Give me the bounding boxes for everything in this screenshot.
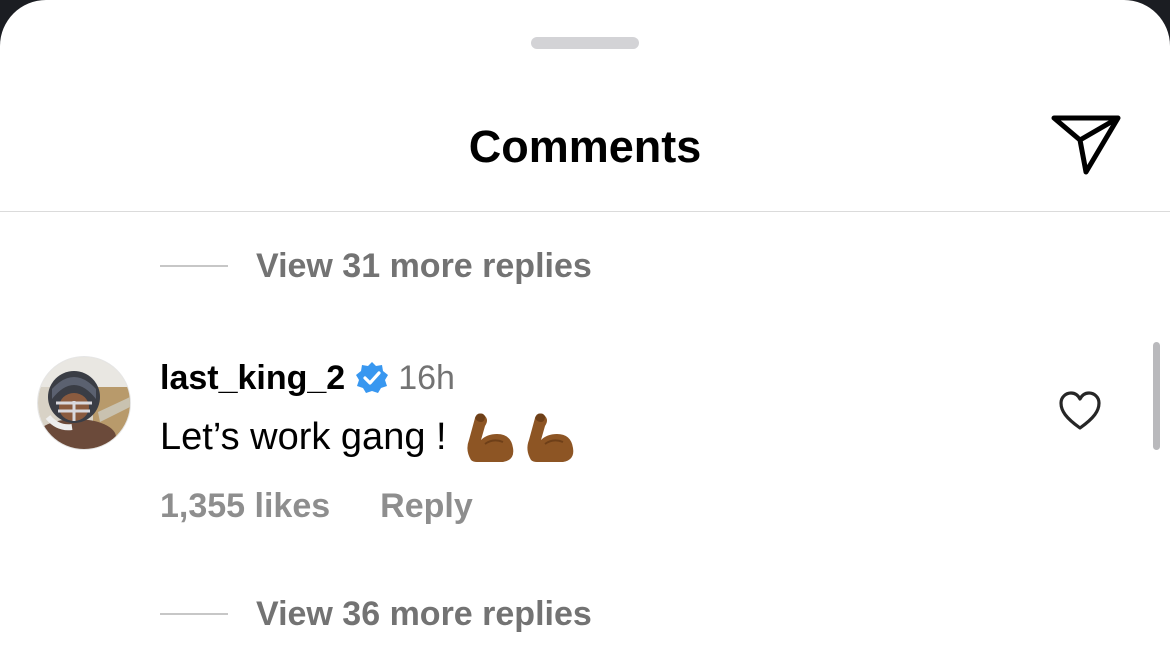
likes-count[interactable]: 1,355 likes [160, 487, 330, 526]
reply-button[interactable]: Reply [380, 487, 473, 526]
page-title: Comments [468, 121, 702, 172]
replies-divider-line [160, 613, 228, 615]
comments-sheet: Comments View 31 more replies last_king_… [0, 0, 1170, 663]
view-more-replies-label: View 36 more replies [256, 594, 592, 633]
flexed-biceps-emoji [463, 410, 517, 464]
comment-actions: 1,355 likes Reply [160, 484, 473, 528]
scrollbar[interactable] [1153, 342, 1160, 450]
paper-plane-icon [1051, 115, 1121, 175]
view-more-replies-label: View 31 more replies [256, 246, 592, 285]
view-more-replies-top[interactable]: View 31 more replies [160, 246, 592, 286]
verified-badge-icon [355, 361, 389, 395]
comment-timestamp: 16h [398, 358, 455, 397]
comment-body: Let’s work gang ! [160, 410, 577, 464]
header-divider [0, 211, 1170, 212]
share-button[interactable] [1048, 110, 1124, 180]
heart-outline-icon [1059, 391, 1101, 430]
replies-divider-line [160, 265, 228, 267]
like-button[interactable] [1058, 390, 1102, 432]
avatar-image [38, 357, 130, 449]
view-more-replies-bottom[interactable]: View 36 more replies [160, 594, 592, 634]
comment-text: Let’s work gang ! [160, 415, 447, 458]
comment-header: last_king_2 16h [160, 356, 455, 400]
avatar[interactable] [37, 356, 131, 450]
comment-username[interactable]: last_king_2 [160, 359, 345, 398]
flexed-biceps-emoji [523, 410, 577, 464]
sheet-grabber[interactable] [531, 37, 639, 49]
